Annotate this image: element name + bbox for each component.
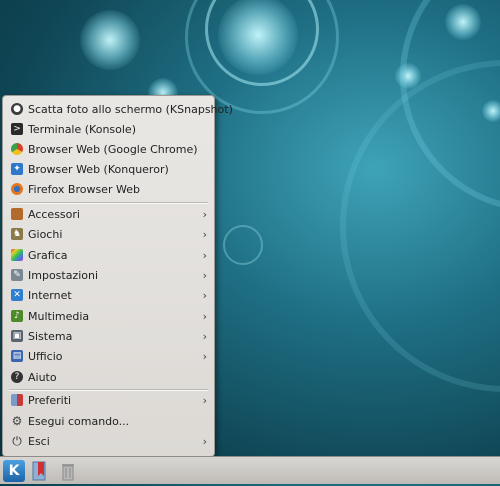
menu-item-esegui-comando[interactable]: ⚙ Esegui comando... [3,411,214,431]
accessories-icon [11,208,23,220]
kde-menu-button[interactable]: K [3,460,25,482]
bookmark-launcher-icon[interactable] [32,460,48,482]
chevron-right-icon: › [202,329,207,343]
chevron-right-icon: › [202,434,207,448]
system-icon: ▣ [11,330,23,342]
chevron-right-icon: › [202,309,207,323]
chevron-right-icon: › [202,207,207,221]
graphics-icon [11,249,23,261]
menu-item-impostazioni[interactable]: ✎ Impostazioni › [3,265,214,285]
menu-item-esci[interactable]: ⏻ Esci › [3,431,214,451]
menu-item-internet[interactable]: ✕ Internet › [3,285,214,305]
multimedia-icon: ♪ [11,310,23,322]
terminal-icon: > [11,123,23,135]
menu-item-konqueror[interactable]: ✦ Browser Web (Konqueror) [3,159,214,179]
menu-item-sistema[interactable]: ▣ Sistema › [3,326,214,346]
menu-item-accessori[interactable]: Accessori › [3,204,214,224]
menu-item-chrome[interactable]: Browser Web (Google Chrome) [3,139,214,159]
chevron-right-icon: › [202,349,207,363]
office-icon: ▤ [11,350,23,362]
chevron-right-icon: › [202,268,207,282]
menu-item-grafica[interactable]: Grafica › [3,245,214,265]
trash-icon[interactable] [61,461,75,481]
menu-item-ksnapshot[interactable]: ● Scatta foto allo schermo (KSnapshot) [3,99,233,119]
menu-item-giochi[interactable]: ♞ Giochi › [3,224,214,244]
taskbar: K [0,456,500,484]
games-icon: ♞ [11,228,23,240]
camera-icon: ● [11,103,23,115]
gear-icon: ⚙ [11,414,23,428]
chevron-right-icon: › [202,288,207,302]
menu-item-konsole[interactable]: > Terminale (Konsole) [3,119,214,139]
kde-logo-icon: K [8,463,20,479]
bookmark-icon [11,394,23,406]
menu-item-aiuto[interactable]: ? Aiuto [3,367,214,387]
internet-icon: ✕ [11,289,23,301]
menu-item-ufficio[interactable]: ▤ Ufficio › [3,346,214,366]
menu-item-preferiti[interactable]: Preferiti › [3,390,214,410]
chevron-right-icon: › [202,227,207,241]
help-icon: ? [11,371,23,383]
menu-item-multimedia[interactable]: ♪ Multimedia › [3,306,214,326]
firefox-icon [11,183,23,195]
chrome-icon [11,143,23,155]
settings-icon: ✎ [11,269,23,281]
power-icon: ⏻ [12,433,22,448]
application-launcher-menu: ● Scatta foto allo schermo (KSnapshot) >… [2,95,233,457]
menu-item-firefox[interactable]: Firefox Browser Web [3,179,214,199]
chevron-right-icon: › [202,248,207,262]
chevron-right-icon: › [202,393,207,407]
konqueror-icon: ✦ [11,163,23,175]
